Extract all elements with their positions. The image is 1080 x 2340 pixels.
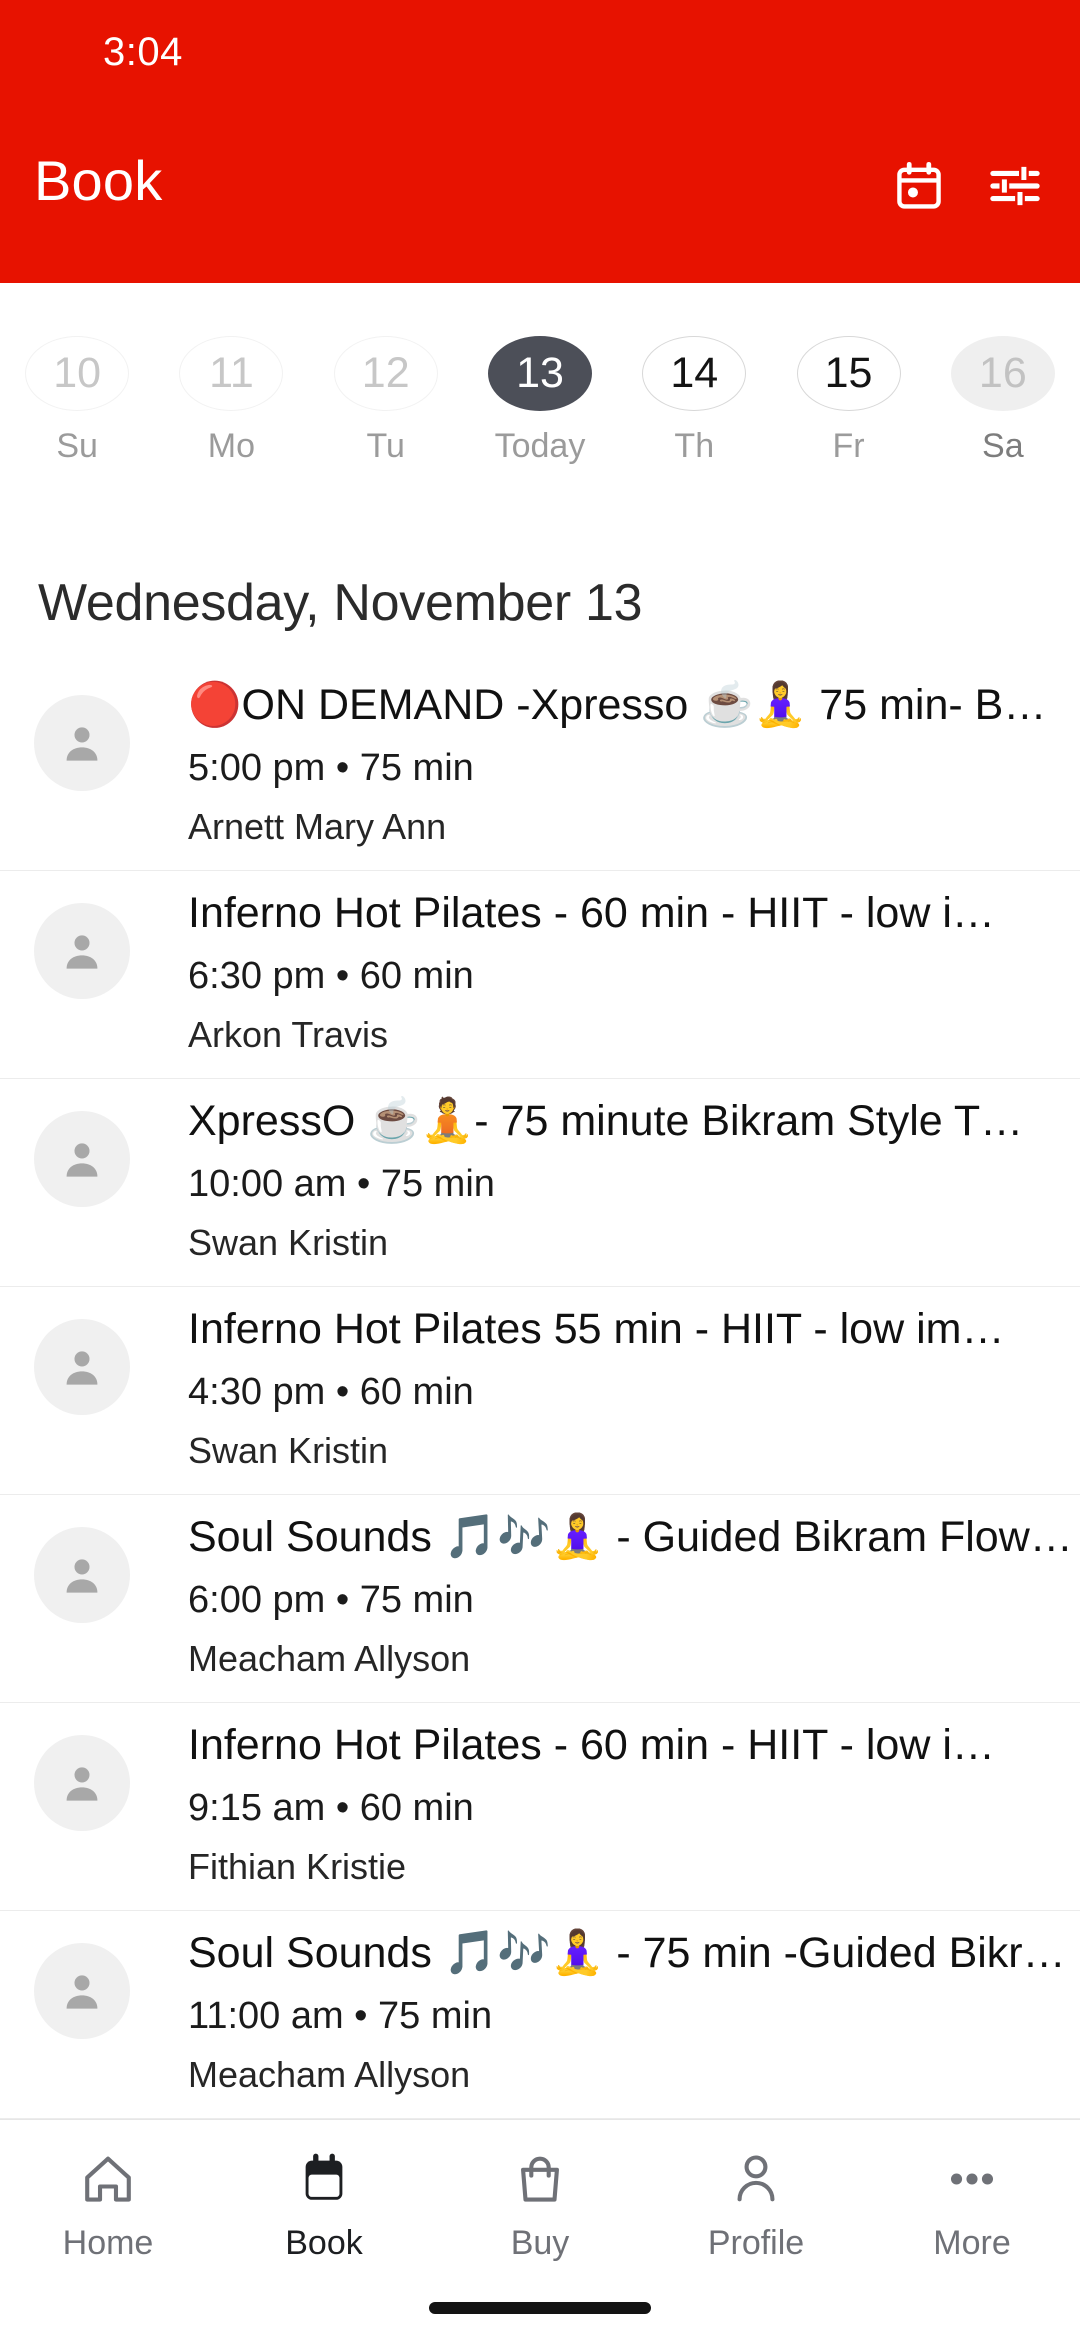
- person-icon[interactable]: [727, 2148, 785, 2210]
- class-list-item[interactable]: Inferno Hot Pilates - 60 min - HIIT - lo…: [0, 871, 1080, 1079]
- class-instructor: Swan Kristin: [188, 1221, 389, 1263]
- class-title: Soul Sounds 🎵🎶🧘‍♀️ - 75 min -Guided Bikr…: [188, 1929, 1066, 1977]
- bottom-nav-item-buy[interactable]: Buy: [432, 2120, 648, 2290]
- date-circle-13[interactable]: 13: [487, 336, 592, 411]
- date-circle-16[interactable]: 16: [950, 336, 1055, 411]
- date-cell-13[interactable]: 13 Today: [463, 336, 617, 466]
- date-label-10: Su: [56, 427, 98, 465]
- bottom-nav-item-book[interactable]: Book: [216, 2120, 432, 2290]
- date-circle-14[interactable]: 14: [642, 336, 747, 411]
- date-label-12: Tu: [366, 427, 405, 465]
- date-circle-12[interactable]: 12: [333, 336, 438, 411]
- class-time-duration: 10:00 am • 75 min: [188, 1162, 495, 1205]
- class-time-duration: 6:00 pm • 75 min: [188, 1578, 474, 1621]
- class-title: Inferno Hot Pilates 55 min - HIIT - low …: [188, 1305, 1005, 1353]
- bottom-nav-item-profile[interactable]: Profile: [648, 2120, 864, 2290]
- person-avatar-icon: [34, 1319, 130, 1415]
- class-instructor: Fithian Kristie: [188, 1845, 407, 1887]
- calendar-icon[interactable]: [892, 158, 946, 214]
- bottom-nav-item-home[interactable]: Home: [0, 2120, 216, 2290]
- home-indicator: [429, 2302, 651, 2314]
- home-icon[interactable]: [79, 2148, 137, 2210]
- person-avatar-icon: [34, 1527, 130, 1623]
- day-heading: Wednesday, November 13: [38, 574, 643, 632]
- person-avatar-icon: [34, 903, 130, 999]
- class-list-item[interactable]: Inferno Hot Pilates 55 min - HIIT - low …: [0, 1287, 1080, 1495]
- date-cell-14[interactable]: 14 Th: [617, 336, 771, 466]
- class-list[interactable]: 🔴ON DEMAND -Xpresso ☕🧘‍♀️ 75 min- B… 5:00…: [0, 663, 1080, 2119]
- class-instructor: Arnett Mary Ann: [188, 805, 447, 847]
- class-time-duration: 6:30 pm • 60 min: [188, 954, 474, 997]
- app-bar-actions: [892, 158, 1042, 214]
- class-title: Inferno Hot Pilates - 60 min - HIIT - lo…: [188, 889, 995, 937]
- date-circle-15[interactable]: 15: [796, 336, 901, 411]
- bottom-nav-label: Book: [285, 2223, 363, 2262]
- class-title: XpressO ☕🧘‍- 75 minute Bikram Style T…: [188, 1097, 1024, 1145]
- bottom-nav-items: Home Book Buy Profile More: [0, 2120, 1080, 2290]
- ellipsis-icon[interactable]: [943, 2148, 1001, 2210]
- class-item-body: XpressO ☕🧘‍- 75 minute Bikram Style T… 10…: [188, 1095, 1080, 1264]
- person-avatar-icon: [34, 1735, 130, 1831]
- date-selector-strip[interactable]: 10 Su 11 Mo 12 Tu 13 Today 14 Th 15 Fr 16 Sa: [0, 336, 1080, 466]
- person-avatar-icon: [34, 1111, 130, 1207]
- date-label-14: Th: [674, 427, 715, 465]
- class-instructor: Meacham Allyson: [188, 2053, 471, 2095]
- date-cell-11[interactable]: 11 Mo: [154, 336, 308, 466]
- class-time-duration: 11:00 am • 75 min: [188, 1994, 493, 2037]
- class-list-item[interactable]: Soul Sounds 🎵🎶🧘‍♀️ - 75 min -Guided Bikr…: [0, 1911, 1080, 2119]
- class-title: Soul Sounds 🎵🎶🧘‍♀️ - Guided Bikram Flow…: [188, 1513, 1073, 1561]
- class-list-item[interactable]: Inferno Hot Pilates - 60 min - HIIT - lo…: [0, 1703, 1080, 1911]
- app-header: 3:04 Book: [0, 0, 1080, 283]
- class-title: 🔴ON DEMAND -Xpresso ☕🧘‍♀️ 75 min- B…: [188, 681, 1047, 729]
- date-label-11: Mo: [207, 427, 256, 465]
- class-list-item[interactable]: 🔴ON DEMAND -Xpresso ☕🧘‍♀️ 75 min- B… 5:00…: [0, 663, 1080, 871]
- class-time-duration: 5:00 pm • 75 min: [188, 746, 474, 789]
- class-item-body: Inferno Hot Pilates - 60 min - HIIT - lo…: [188, 887, 1080, 1056]
- class-item-body: Soul Sounds 🎵🎶🧘‍♀️ - 75 min -Guided Bikr…: [188, 1927, 1080, 2096]
- app-bar: Book: [0, 100, 1080, 283]
- status-bar-time: 3:04: [103, 30, 183, 74]
- person-avatar-icon: [34, 1943, 130, 2039]
- filter-sliders-icon[interactable]: [988, 158, 1042, 214]
- class-title: Inferno Hot Pilates - 60 min - HIIT - lo…: [188, 1721, 995, 1769]
- class-item-body: Soul Sounds 🎵🎶🧘‍♀️ - Guided Bikram Flow……: [188, 1511, 1080, 1680]
- date-cell-12[interactable]: 12 Tu: [309, 336, 463, 466]
- person-avatar-icon: [34, 695, 130, 791]
- bottom-nav-label: Profile: [707, 2223, 805, 2262]
- bottom-nav-label: Buy: [510, 2223, 570, 2262]
- status-bar: 3:04: [0, 0, 1080, 100]
- class-item-body: Inferno Hot Pilates - 60 min - HIIT - lo…: [188, 1719, 1080, 1888]
- class-time-duration: 4:30 pm • 60 min: [188, 1370, 474, 1413]
- class-item-body: Inferno Hot Pilates 55 min - HIIT - low …: [188, 1303, 1080, 1472]
- page-title: Book: [34, 149, 163, 212]
- class-instructor: Swan Kristin: [188, 1429, 389, 1471]
- class-time-duration: 9:15 am • 60 min: [188, 1786, 474, 1829]
- date-circle-10[interactable]: 10: [25, 336, 130, 411]
- class-item-body: 🔴ON DEMAND -Xpresso ☕🧘‍♀️ 75 min- B… 5:00…: [188, 679, 1080, 848]
- class-instructor: Arkon Travis: [188, 1013, 389, 1055]
- bottom-nav-item-more[interactable]: More: [864, 2120, 1080, 2290]
- date-cell-10[interactable]: 10 Su: [0, 336, 154, 466]
- date-label-15: Fr: [832, 427, 865, 465]
- bag-icon[interactable]: [511, 2148, 569, 2210]
- date-circle-11[interactable]: 11: [179, 336, 284, 411]
- date-cell-16[interactable]: 16 Sa: [926, 336, 1080, 466]
- date-label-16: Sa: [982, 427, 1024, 465]
- bottom-nav-label: More: [933, 2223, 1011, 2262]
- app-screen: 3:04 Book 10 Su 11 Mo 12 Tu 13 Today 14 …: [0, 0, 1080, 2340]
- calendar-icon[interactable]: [295, 2148, 353, 2210]
- bottom-nav-label: Home: [62, 2223, 154, 2262]
- date-cell-15[interactable]: 15 Fr: [771, 336, 925, 466]
- date-label-13: Today: [494, 427, 586, 465]
- class-instructor: Meacham Allyson: [188, 1637, 471, 1679]
- class-list-item[interactable]: Soul Sounds 🎵🎶🧘‍♀️ - Guided Bikram Flow……: [0, 1495, 1080, 1703]
- class-list-item[interactable]: XpressO ☕🧘‍- 75 minute Bikram Style T… 10…: [0, 1079, 1080, 1287]
- bottom-navigation: Home Book Buy Profile More: [0, 2119, 1080, 2340]
